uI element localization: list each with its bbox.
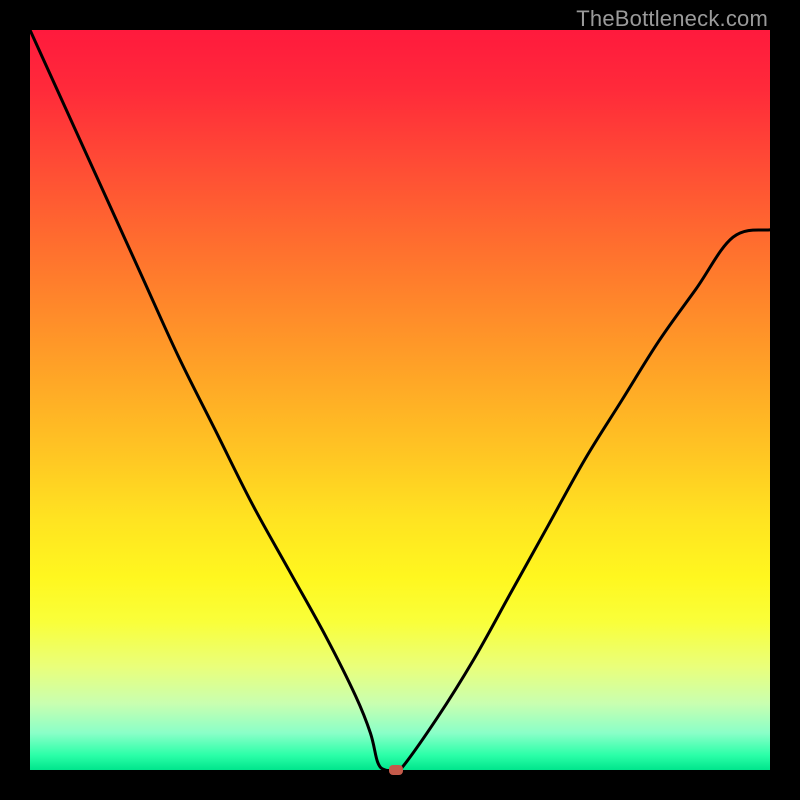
chart-frame: TheBottleneck.com [0,0,800,800]
minimum-marker [389,765,403,775]
plot-area [30,30,770,770]
bottleneck-curve [30,30,770,770]
watermark-text: TheBottleneck.com [576,6,768,32]
